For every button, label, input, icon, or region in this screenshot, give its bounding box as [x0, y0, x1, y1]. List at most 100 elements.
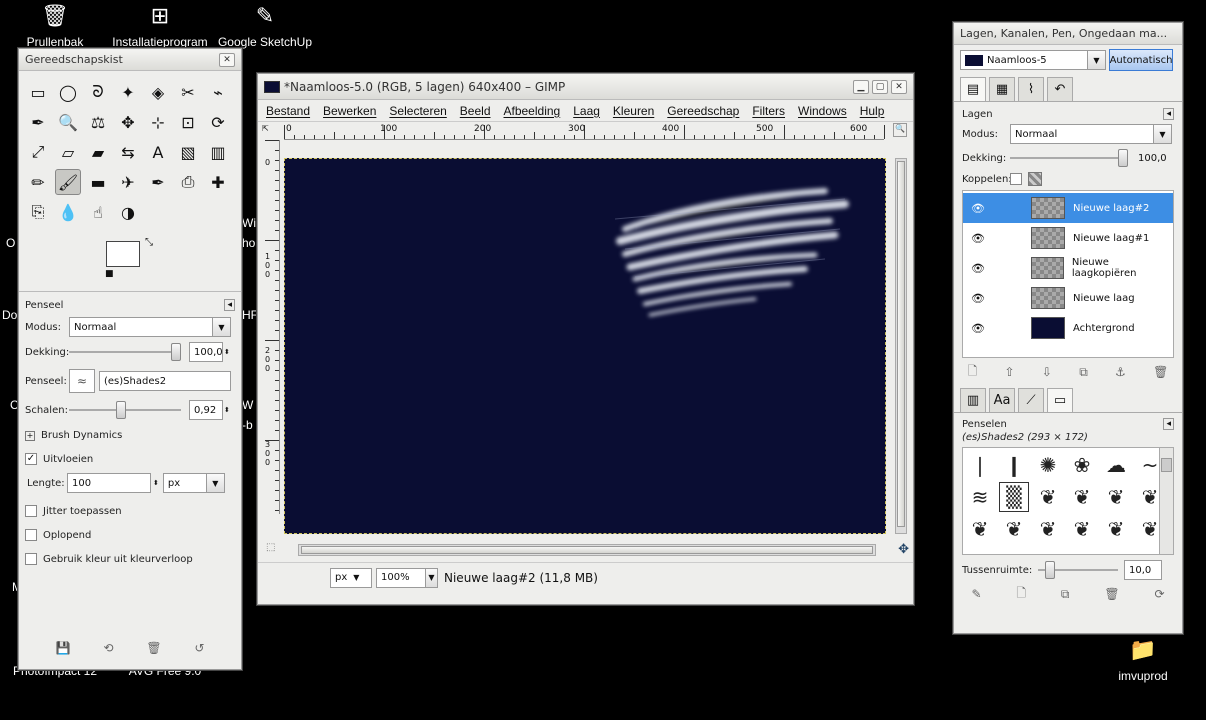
tussenruimte-spinbox[interactable]: 10,0: [1124, 560, 1162, 580]
chevron-down-icon[interactable]: ▼: [1154, 124, 1172, 144]
option-checkbox[interactable]: [25, 529, 37, 541]
tussenruimte-slider-handle[interactable]: [1045, 561, 1055, 579]
heal-icon[interactable]: ✚: [205, 169, 231, 195]
delete-icon[interactable]: 🗑: [146, 641, 161, 655]
vertical-ruler[interactable]: 0 1 0 0 2 0 0 3 0 0: [264, 140, 280, 514]
chevron-down-icon[interactable]: ▼: [426, 567, 438, 588]
eye-icon[interactable]: 👁: [971, 262, 985, 275]
desktop-icon[interactable]: 📁 imvuprod: [1088, 634, 1198, 683]
horizontal-scrollbar[interactable]: [298, 544, 876, 556]
eye-icon[interactable]: 👁: [971, 292, 985, 305]
new-brush-icon[interactable]: 🗋: [1016, 584, 1026, 605]
color-picker-icon[interactable]: ✒: [25, 109, 51, 135]
ink-icon[interactable]: ✒: [145, 169, 171, 195]
brush-item[interactable]: ❀: [1067, 450, 1097, 480]
color-select-icon[interactable]: ◈: [145, 79, 171, 105]
scissors-icon[interactable]: ✂: [175, 79, 201, 105]
lower-layer-icon[interactable]: ⇩: [1042, 365, 1052, 379]
eye-icon[interactable]: 👁: [971, 232, 985, 245]
lock-alpha-icon[interactable]: [1028, 172, 1042, 186]
chevron-down-icon[interactable]: ▼: [1088, 50, 1106, 70]
navigate-icon[interactable]: ✥: [898, 542, 909, 557]
fuzzy-select-icon[interactable]: ✦: [115, 79, 141, 105]
dekking-slider-handle[interactable]: [171, 343, 181, 361]
desktop-icon[interactable]: ⊞ Installatieprogram: [105, 0, 215, 49]
dodge-burn-icon[interactable]: ◑: [115, 199, 141, 225]
horizontal-ruler[interactable]: 0 100 200 300 400 500 600: [284, 124, 885, 140]
menu-laag[interactable]: Laag: [573, 104, 600, 118]
option-checkbox[interactable]: [25, 553, 37, 565]
brush-item[interactable]: ❦: [1101, 482, 1131, 512]
paths-tab-icon[interactable]: ⌇: [1018, 77, 1044, 101]
save-icon[interactable]: 💾: [55, 641, 70, 655]
spin-arrows-icon[interactable]: ⬍: [224, 348, 230, 356]
menu-bewerken[interactable]: Bewerken: [323, 104, 376, 118]
option-checkbox[interactable]: [25, 505, 37, 517]
menu-kleuren[interactable]: Kleuren: [613, 104, 654, 118]
menu-afbeelding[interactable]: Afbeelding: [504, 104, 561, 118]
desktop-icon[interactable]: 🗑 Prullenbak: [0, 0, 110, 49]
bucket-fill-icon[interactable]: ▧: [175, 139, 201, 165]
vertical-scrollbar-thumb[interactable]: [897, 161, 905, 527]
delete-brush-icon[interactable]: 🗑: [1104, 587, 1119, 601]
brush-dynamics-label[interactable]: Brush Dynamics: [41, 430, 122, 441]
image-titlebar[interactable]: *Naamloos-5.0 (RGB, 5 lagen) 640x400 – G…: [258, 74, 913, 100]
layer-dekking-slider[interactable]: [1010, 149, 1128, 167]
text-icon[interactable]: A: [145, 139, 171, 165]
fonts-tab-icon[interactable]: Aa: [989, 388, 1015, 412]
eye-icon[interactable]: 👁: [971, 202, 985, 215]
blend-icon[interactable]: ▥: [205, 139, 231, 165]
menu-gereedschap[interactable]: Gereedschap: [667, 104, 739, 118]
layer-row[interactable]: 👁 Nieuwe laag: [963, 283, 1173, 313]
layer-dekking-spinbox[interactable]: 100,0: [1134, 148, 1167, 168]
toolbox-titlebar[interactable]: Gereedschapskist ✕: [19, 49, 241, 71]
brushes-tab-icon[interactable]: ▭: [1047, 388, 1073, 412]
chevron-down-icon[interactable]: ▼: [206, 473, 225, 493]
lengte-unit-select[interactable]: px: [162, 473, 207, 493]
eye-icon[interactable]: 👁: [971, 322, 985, 335]
lengte-field[interactable]: 100: [67, 473, 151, 493]
layer-row[interactable]: 👁 Nieuwe laag#1: [963, 223, 1173, 253]
brush-item[interactable]: ❦: [999, 514, 1029, 544]
menu-beeld[interactable]: Beeld: [460, 104, 491, 118]
brush-preview[interactable]: ≈: [69, 369, 95, 393]
canvas[interactable]: [284, 158, 886, 534]
brush-name-field[interactable]: (es)Shades2: [99, 371, 231, 391]
gradients-tab-icon[interactable]: ▥: [960, 388, 986, 412]
uitvloeien-checkbox[interactable]: ✓: [25, 453, 37, 465]
menu-filters[interactable]: Filters: [752, 104, 785, 118]
unit-select[interactable]: px ▼: [330, 567, 372, 588]
paintbrush-icon[interactable]: 🖌: [55, 169, 81, 195]
blur-icon[interactable]: 💧: [55, 199, 81, 225]
rotate-icon[interactable]: ⟳: [205, 109, 231, 135]
edit-brush-icon[interactable]: ✎: [971, 587, 981, 601]
auto-button[interactable]: Automatisch: [1109, 49, 1173, 71]
perspective-icon[interactable]: ▰: [85, 139, 111, 165]
restore-icon[interactable]: ⟲: [103, 641, 113, 655]
quickmask-icon[interactable]: ⬚: [266, 542, 275, 553]
horizontal-scrollbar-thumb[interactable]: [301, 546, 873, 554]
modus-select[interactable]: Normaal: [69, 317, 213, 337]
refresh-brush-icon[interactable]: ⟳: [1154, 587, 1164, 601]
dock-titlebar[interactable]: Lagen, Kanalen, Pen, Ongedaan ma...: [954, 23, 1182, 45]
menu-hulp[interactable]: Hulp: [860, 104, 885, 118]
tussenruimte-slider[interactable]: [1038, 561, 1118, 579]
color-area[interactable]: ⤡ ■: [19, 237, 241, 285]
brush-item[interactable]: ❦: [965, 514, 995, 544]
maximize-icon[interactable]: ▢: [872, 79, 888, 94]
brush-item[interactable]: ❦: [1067, 514, 1097, 544]
brushes-small-tab-icon[interactable]: ⟋: [1018, 388, 1044, 412]
smudge-icon[interactable]: ☝: [85, 199, 111, 225]
crop-icon[interactable]: ⊡: [175, 109, 201, 135]
ellipse-select-icon[interactable]: ◯: [55, 79, 81, 105]
eraser-icon[interactable]: ▬: [85, 169, 111, 195]
align-icon[interactable]: ⊹: [145, 109, 171, 135]
brush-scrollbar[interactable]: [1159, 448, 1173, 554]
vertical-scrollbar[interactable]: [895, 158, 907, 534]
layer-row[interactable]: 👁 Nieuwe laagkopiëren: [963, 253, 1173, 283]
brush-item[interactable]: ❘: [965, 450, 995, 480]
lock-pixels-checkbox[interactable]: [1010, 173, 1022, 185]
close-icon[interactable]: ✕: [891, 79, 907, 94]
pencil-icon[interactable]: ✏: [25, 169, 51, 195]
brush-scrollbar-thumb[interactable]: [1161, 458, 1172, 472]
